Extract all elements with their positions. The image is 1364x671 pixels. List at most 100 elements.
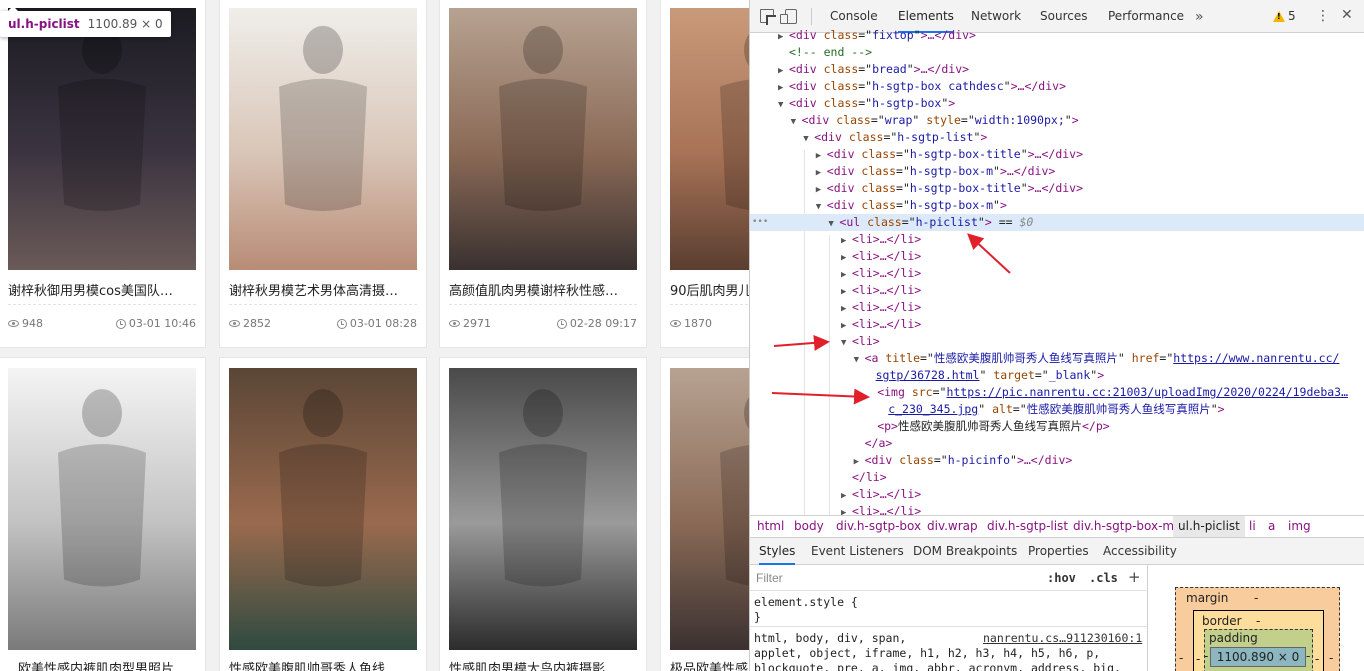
dom-token: <div: [864, 453, 900, 467]
dom-node[interactable]: ▶ <div class="h-sgtp-box cathdesc">…</div…: [750, 78, 1364, 95]
photo-thumbnail[interactable]: [8, 368, 196, 650]
cls-toggle[interactable]: .cls: [1089, 571, 1118, 585]
photo-card[interactable]: 谢梓秋御用男模cos美国队… 948 03-01 10:46: [0, 0, 206, 348]
dom-node[interactable]: ▼ <div class="wrap" style="width:1090px;"…: [750, 112, 1364, 129]
box-model-border[interactable]: border - - - padding - - 1100.890 × 0: [1193, 610, 1324, 671]
photo-thumbnail[interactable]: [229, 368, 417, 650]
breadcrumb: html body div.h-sgtp-box div.wrap div.h-sgtp…: [750, 515, 1364, 538]
dom-token: <div: [789, 96, 824, 110]
hov-toggle[interactable]: :hov: [1047, 571, 1076, 585]
photo-card[interactable]: 极品欧美性感: [660, 357, 749, 671]
dom-token: =": [901, 215, 916, 229]
dom-node[interactable]: ▶ <li>…</li>: [750, 316, 1364, 333]
photo-thumbnail[interactable]: [670, 8, 749, 270]
photo-title[interactable]: 性感肌肉男模大鸟内裤摄影…: [449, 658, 637, 671]
breadcrumb-item[interactable]: div.h-sgtp-list: [987, 516, 1068, 537]
dom-node[interactable]: ▶ <li>…</li>: [750, 299, 1364, 316]
box-model-padding[interactable]: padding - - 1100.890 × 0: [1204, 629, 1313, 671]
dom-node[interactable]: ▼ <div class="h-sgtp-box">: [750, 95, 1364, 112]
photo-thumbnail[interactable]: [8, 8, 196, 270]
photo-thumbnail[interactable]: [670, 368, 749, 650]
photo-title[interactable]: 90后肌肉男儿: [670, 280, 749, 299]
photo-title[interactable]: 高颜值肌肉男模谢梓秋性感…: [449, 280, 637, 299]
dom-node[interactable]: ▶ <div class="fixtop">…</div>: [750, 28, 1364, 44]
dom-node[interactable]: ▶ <div class="h-sgtp-box-m">…</div>: [750, 163, 1364, 180]
photo-card[interactable]: 高颜值肌肉男模谢梓秋性感… 2971 02-28 09:17: [439, 0, 647, 348]
dom-node[interactable]: </li>: [750, 469, 1364, 486]
dom-token: class: [861, 147, 897, 161]
dom-node[interactable]: ▶ <div class="h-sgtp-box-title">…</div>: [750, 146, 1364, 163]
photo-thumbnail[interactable]: [449, 368, 637, 650]
styles-filter-input[interactable]: [756, 570, 1016, 586]
dom-node[interactable]: ▶ <div class="h-picinfo">…</div>: [750, 452, 1364, 469]
photo-card[interactable]: 欧美性感内裤肌肉型男照片: [0, 357, 206, 671]
dom-token: <li>…</li>: [852, 249, 922, 263]
breadcrumb-item[interactable]: div.h-sgtp-box-m: [1073, 516, 1174, 537]
breadcrumb-item[interactable]: img: [1288, 516, 1311, 537]
dom-node[interactable]: ▼ <div class="h-sgtp-box-m">: [750, 197, 1364, 214]
dom-node[interactable]: ▶ <div class="h-sgtp-box-title">…</div>: [750, 180, 1364, 197]
rule-source-link[interactable]: nanrentu.cs…911230160:1: [983, 631, 1142, 645]
dom-token: =": [896, 164, 910, 178]
dom-token: >: [984, 215, 992, 229]
dom-node[interactable]: <!-- end -->: [750, 44, 1364, 61]
kebab-menu-icon[interactable]: ⋮: [1316, 8, 1330, 24]
dom-tree[interactable]: ▶ <div class="fixtop">…</div> <!-- end -->…: [750, 28, 1364, 515]
subtab-event-listeners[interactable]: Event Listeners: [811, 538, 904, 565]
dom-node[interactable]: ▶ <li>…</li>: [750, 282, 1364, 299]
dom-node-selected[interactable]: ▼ <ul class="h-piclist"> == $0: [750, 214, 1364, 231]
dom-node[interactable]: <p>性感欧美腹肌帅哥秀人鱼线写真照片</p>: [750, 418, 1364, 435]
dom-node[interactable]: ▼ <a title="性感欧美腹肌帅哥秀人鱼线写真照片" href="https…: [750, 350, 1364, 367]
view-count-value: 948: [22, 317, 43, 330]
dom-token: >…</div>: [920, 28, 976, 42]
more-tabs-icon[interactable]: »: [1195, 9, 1204, 25]
breadcrumb-item[interactable]: div.h-sgtp-box: [836, 516, 921, 537]
photo-title[interactable]: 欧美性感内裤肌肉型男照片: [18, 658, 206, 671]
subtab-properties[interactable]: Properties: [1028, 538, 1089, 565]
subtab-accessibility[interactable]: Accessibility: [1103, 538, 1177, 565]
dom-node[interactable]: ▶ <li>…</li>: [750, 231, 1364, 248]
photo-title[interactable]: 性感欧美腹肌帅哥秀人鱼线…: [229, 658, 417, 671]
photo-title[interactable]: 极品欧美性感: [670, 658, 749, 671]
dom-node[interactable]: <img src="https://pic.nanrentu.cc:21003/…: [750, 384, 1364, 401]
photo-card[interactable]: 谢梓秋男模艺术男体高清摄… 2852 03-01 08:28: [219, 0, 427, 348]
expand-triangle-icon[interactable]: ▶: [841, 505, 852, 515]
dom-node[interactable]: </a>: [750, 435, 1364, 452]
breadcrumb-item[interactable]: a: [1268, 516, 1275, 537]
device-toolbar-icon[interactable]: [780, 9, 797, 24]
photo-title[interactable]: 谢梓秋御用男模cos美国队…: [8, 280, 196, 299]
subtab-styles[interactable]: Styles: [759, 538, 796, 565]
element-style-open[interactable]: element.style {: [754, 595, 858, 609]
photo-card[interactable]: 性感肌肉男模大鸟内裤摄影…: [439, 357, 647, 671]
warnings-badge[interactable]: 5: [1273, 9, 1296, 23]
breadcrumb-item[interactable]: body: [794, 516, 824, 537]
dom-node[interactable]: ▶ <li>…</li>: [750, 486, 1364, 503]
add-rule-icon[interactable]: +: [1128, 568, 1141, 586]
breadcrumb-item[interactable]: li: [1249, 516, 1256, 537]
styles-subtabs: Styles Event Listeners DOM Breakpoints Prop…: [750, 538, 1364, 565]
dom-node[interactable]: sgtp/36728.html" target="_blank">: [750, 367, 1364, 384]
dom-node[interactable]: ▶ <li>…</li>: [750, 265, 1364, 282]
photo-title[interactable]: 谢梓秋男模艺术男体高清摄…: [229, 280, 417, 299]
subtab-dom-breakpoints[interactable]: DOM Breakpoints: [913, 538, 1017, 565]
breadcrumb-item[interactable]: html: [757, 516, 784, 537]
dom-token: >…</div>: [1027, 181, 1084, 195]
box-model-margin[interactable]: margin - - - border - - - padding - - 11…: [1175, 587, 1340, 671]
photo-thumbnail[interactable]: [449, 8, 637, 270]
box-model-content[interactable]: 1100.890 × 0: [1210, 647, 1306, 667]
dom-node[interactable]: c_230_345.jpg" alt="性感欧美腹肌帅哥秀人鱼线写真照片">: [750, 401, 1364, 418]
dom-node[interactable]: ▼ <div class="h-sgtp-list">: [750, 129, 1364, 146]
dom-node[interactable]: ▶ <div class="bread">…</div>: [750, 61, 1364, 78]
photo-card[interactable]: 90后肌肉男儿 1870: [660, 0, 749, 348]
breadcrumb-item[interactable]: div.wrap: [927, 516, 978, 537]
photo-card[interactable]: 性感欧美腹肌帅哥秀人鱼线…: [219, 357, 427, 671]
inspect-element-icon[interactable]: [760, 9, 774, 23]
dom-node[interactable]: ▶ <li>…</li>: [750, 503, 1364, 515]
dom-node[interactable]: ▶ <li>…</li>: [750, 248, 1364, 265]
close-icon[interactable]: ✕: [1341, 7, 1353, 23]
rule-divider: [750, 626, 1147, 627]
ellipsis-icon[interactable]: •••: [752, 217, 768, 227]
breadcrumb-item[interactable]: ul.h-piclist: [1173, 516, 1245, 537]
photo-thumbnail[interactable]: [229, 8, 417, 270]
dom-node[interactable]: ▼ <li>: [750, 333, 1364, 350]
